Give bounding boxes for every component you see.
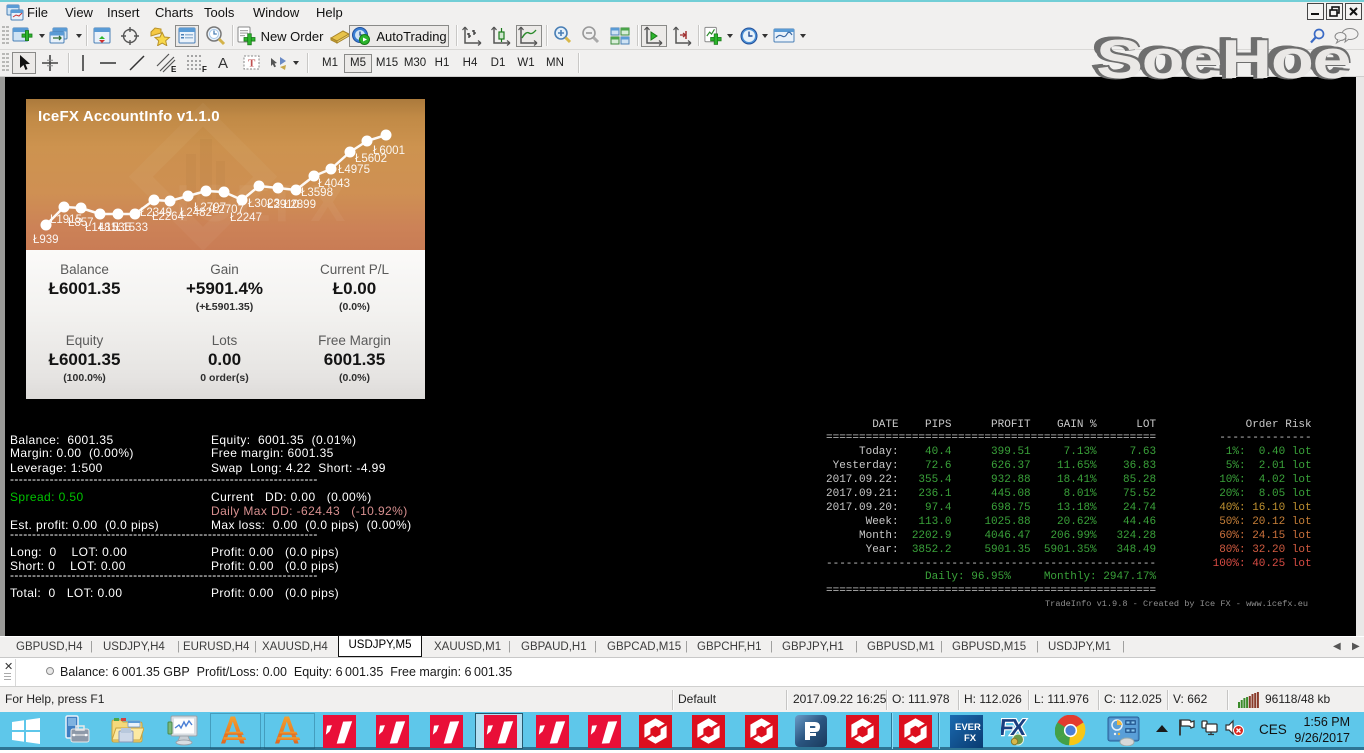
svg-text:Ł6001: Ł6001 bbox=[373, 145, 405, 157]
svg-text:Ł4975: Ł4975 bbox=[338, 164, 370, 176]
svg-text:E: E bbox=[171, 65, 177, 74]
svg-text:Ł1533: Ł1533 bbox=[116, 222, 148, 234]
svg-text:FX: FX bbox=[964, 733, 977, 744]
svg-text:A: A bbox=[218, 55, 228, 72]
svg-text:F: F bbox=[202, 65, 207, 74]
svg-text:Ł4043: Ł4043 bbox=[318, 178, 350, 190]
svg-text:T: T bbox=[248, 58, 256, 70]
svg-text:Ł2247: Ł2247 bbox=[230, 212, 262, 224]
svg-text:Ł2899: Ł2899 bbox=[284, 199, 316, 211]
svg-text:EVER: EVER bbox=[955, 722, 981, 733]
svg-text:Ł939: Ł939 bbox=[33, 234, 59, 246]
